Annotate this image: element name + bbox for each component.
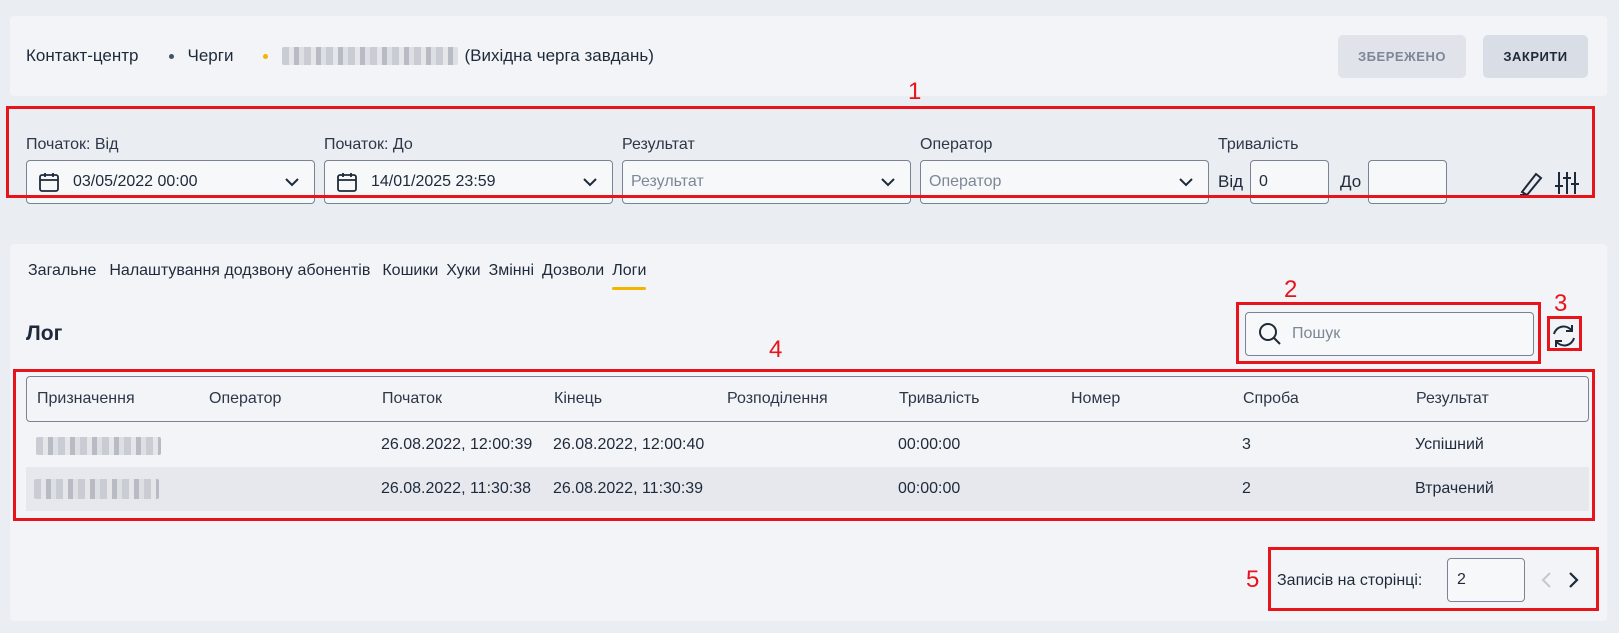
tabs: Загальне Налаштування додзвону абонентів… [28, 262, 654, 290]
annotation-label-3: 3 [1554, 290, 1568, 317]
tab-logs[interactable]: Логи [612, 262, 647, 290]
header-panel: Контакт-центр Черги (Вихідна черга завда… [10, 16, 1607, 96]
redacted-queue-name [282, 47, 459, 65]
breadcrumb-separator [168, 53, 174, 59]
breadcrumb-separator-current [263, 53, 269, 59]
tab-general[interactable]: Загальне [28, 262, 96, 290]
annotation-box-table [13, 369, 1595, 521]
breadcrumb-current: (Вихідна черга завдань) [464, 46, 654, 65]
annotation-box-pagination [1268, 547, 1599, 611]
tab-baskets[interactable]: Кошики [382, 262, 438, 290]
breadcrumb-item-contact-center[interactable]: Контакт-центр [26, 46, 139, 66]
annotation-box-refresh [1547, 316, 1582, 351]
annotation-box-filters [6, 106, 1595, 198]
tab-dial-settings[interactable]: Налаштування додзвону абонентів [109, 262, 370, 290]
annotation-label-2: 2 [1284, 276, 1298, 303]
annotation-label-4: 4 [769, 336, 783, 363]
annotation-label-5: 5 [1246, 566, 1260, 593]
close-button[interactable]: ЗАКРИТИ [1483, 35, 1588, 78]
annotation-label-1: 1 [908, 78, 922, 105]
tab-hooks[interactable]: Хуки [446, 262, 480, 290]
tab-permissions[interactable]: Дозволи [542, 262, 604, 290]
saved-button[interactable]: ЗБЕРЕЖЕНО [1338, 35, 1466, 78]
breadcrumb: Контакт-центр Черги (Вихідна черга завда… [26, 16, 654, 96]
tab-variables[interactable]: Змінні [489, 262, 534, 290]
annotation-box-search [1236, 302, 1541, 364]
log-title: Лог [26, 322, 63, 345]
breadcrumb-item-queues[interactable]: Черги [188, 46, 234, 66]
